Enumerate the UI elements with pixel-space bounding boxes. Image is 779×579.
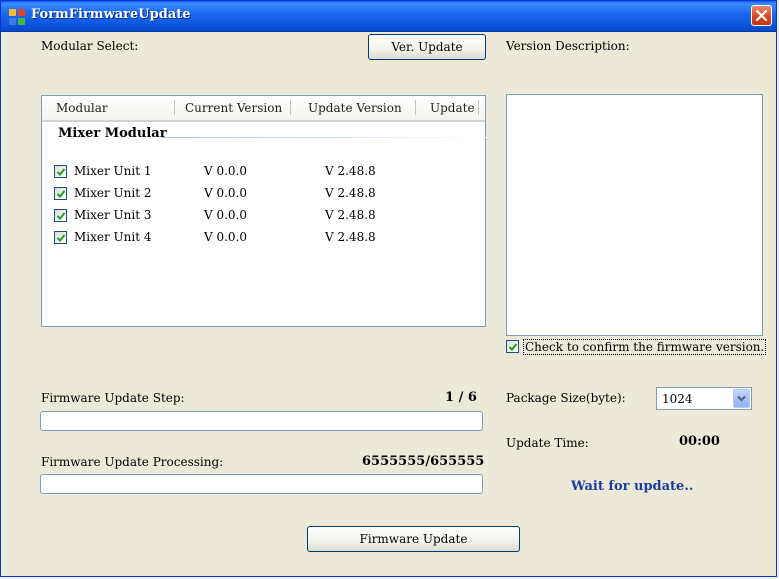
list-item[interactable]: Mixer Unit 4 V 0.0.0 V 2.48.8 <box>42 228 487 248</box>
version-description-label: Version Description: <box>506 39 630 53</box>
column-header-update-version[interactable]: Update Version <box>308 101 402 115</box>
update-time-value: 00:00 <box>679 434 720 449</box>
row-checkbox[interactable] <box>54 209 67 222</box>
column-separator <box>478 100 479 115</box>
close-icon <box>756 10 767 21</box>
package-size-selected-value: 1024 <box>662 392 693 406</box>
modular-select-label: Modular Select: <box>41 39 139 53</box>
row-checkbox[interactable] <box>54 231 67 244</box>
package-size-select[interactable]: 1024 <box>656 387 752 410</box>
row-current-version: V 0.0.0 <box>204 186 248 200</box>
row-modular-name: Mixer Unit 2 <box>74 186 152 200</box>
update-time-label: Update Time: <box>506 436 589 450</box>
row-update-version: V 2.48.8 <box>325 208 376 222</box>
column-separator <box>174 100 175 115</box>
firmware-update-step-value: 1 / 6 <box>445 390 477 405</box>
status-text: Wait for update.. <box>571 479 694 494</box>
confirm-version-checkbox[interactable] <box>506 340 519 353</box>
window-title: FormFirmwareUpdate <box>31 7 191 22</box>
version-description-textbox[interactable] <box>506 94 763 336</box>
row-current-version: V 0.0.0 <box>204 208 248 222</box>
list-item[interactable]: Mixer Unit 1 V 0.0.0 V 2.48.8 <box>42 162 487 182</box>
title-bar[interactable]: FormFirmwareUpdate <box>1 1 776 32</box>
row-checkbox[interactable] <box>54 165 67 178</box>
row-update-version: V 2.48.8 <box>325 164 376 178</box>
firmware-update-window: FormFirmwareUpdate Modular Select: Ver. … <box>0 0 777 577</box>
firmware-update-step-label: Firmware Update Step: <box>41 391 185 405</box>
chevron-down-icon <box>737 395 746 402</box>
group-divider <box>162 137 487 138</box>
column-separator <box>290 100 291 115</box>
modular-listview[interactable]: Modular Current Version Update Version U… <box>41 95 487 327</box>
row-modular-name: Mixer Unit 1 <box>74 164 152 178</box>
firmware-update-button[interactable]: Firmware Update <box>307 526 520 552</box>
close-button[interactable] <box>751 5 772 26</box>
list-item[interactable]: Mixer Unit 2 V 0.0.0 V 2.48.8 <box>42 184 487 204</box>
firmware-update-processing-progressbar <box>40 474 483 494</box>
column-header-update[interactable]: Update <box>430 101 475 115</box>
package-size-label: Package Size(byte): <box>506 391 626 405</box>
firmware-update-processing-label: Firmware Update Processing: <box>41 455 224 469</box>
column-header-modular[interactable]: Modular <box>56 101 108 115</box>
row-update-version: V 2.48.8 <box>325 230 376 244</box>
listview-header: Modular Current Version Update Version U… <box>42 96 485 122</box>
app-icon <box>9 9 25 25</box>
firmware-update-processing-value: 6555555/655555 <box>362 454 485 469</box>
checkmark-icon <box>56 212 66 220</box>
confirm-version-label[interactable]: Check to confirm the firmware version. <box>523 339 767 355</box>
row-checkbox[interactable] <box>54 187 67 200</box>
column-header-current-version[interactable]: Current Version <box>185 101 282 115</box>
firmware-update-step-progressbar <box>40 411 483 431</box>
row-current-version: V 0.0.0 <box>204 164 248 178</box>
row-modular-name: Mixer Unit 3 <box>74 208 152 222</box>
checkmark-icon <box>508 343 518 351</box>
ver-update-button[interactable]: Ver. Update <box>368 34 486 60</box>
row-current-version: V 0.0.0 <box>204 230 248 244</box>
checkmark-icon <box>56 234 66 242</box>
list-item[interactable]: Mixer Unit 3 V 0.0.0 V 2.48.8 <box>42 206 487 226</box>
checkmark-icon <box>56 190 66 198</box>
row-update-version: V 2.48.8 <box>325 186 376 200</box>
package-size-dropdown-button[interactable] <box>733 389 750 408</box>
group-title-mixer-modular: Mixer Modular <box>58 126 167 141</box>
column-separator <box>415 100 416 115</box>
checkmark-icon <box>56 168 66 176</box>
row-modular-name: Mixer Unit 4 <box>74 230 152 244</box>
client-area: Modular Select: Ver. Update Modular Curr… <box>1 32 776 576</box>
